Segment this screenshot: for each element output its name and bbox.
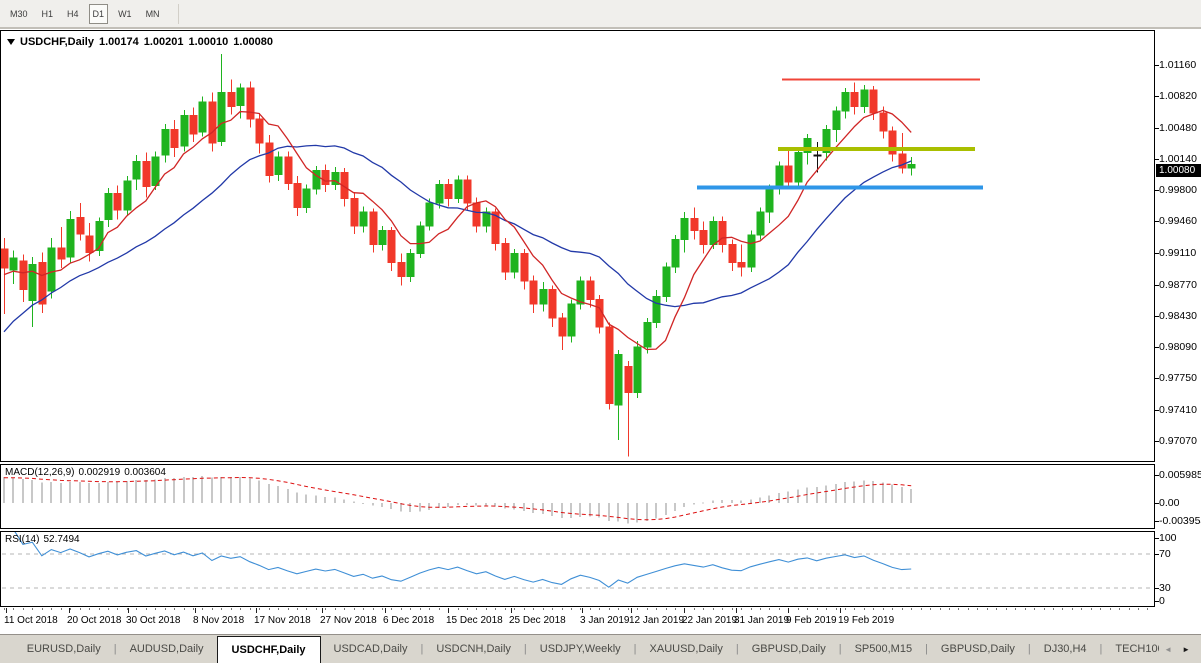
tab-scroll-arrows: ◄ ► (1159, 643, 1201, 656)
chart-tab-gbpusd-daily[interactable]: GBPUSD,Daily (739, 643, 839, 655)
chart-tab-sp500-m15[interactable]: SP500,M15 (842, 643, 925, 655)
price-axis-label: 0.98430 (1159, 310, 1197, 322)
tab-scroll-right-icon[interactable]: ► (1177, 643, 1195, 656)
timeframe-button-h1[interactable]: H1 (38, 4, 58, 24)
timeframe-button-h4[interactable]: H4 (63, 4, 83, 24)
macd-main-value: 0.002919 (78, 467, 120, 478)
timeframe-button-d1[interactable]: D1 (89, 4, 109, 24)
chart-tab-usdcad-daily[interactable]: USDCAD,Daily (321, 643, 421, 655)
date-axis-label: 15 Dec 2018 (446, 615, 503, 626)
chart-tab-eurusd-daily[interactable]: EURUSD,Daily (14, 643, 114, 655)
rsi-axis-label: 30 (1159, 582, 1171, 594)
rsi-axis-label: 0 (1159, 595, 1165, 607)
price-axis-label: 0.97070 (1159, 435, 1197, 447)
chart-tab-usdchf-daily[interactable]: USDCHF,Daily (217, 636, 321, 663)
chart-tab-usdjpy-weekly[interactable]: USDJPY,Weekly (527, 643, 634, 655)
chart-tab-audusd-daily[interactable]: AUDUSD,Daily (117, 643, 217, 655)
price-chart-panel[interactable]: USDCHF,Daily 1.00174 1.00201 1.00010 1.00080 (0, 30, 1155, 462)
date-axis-label: 31 Jan 2019 (734, 615, 789, 626)
macd-name: MACD(12,26,9) (5, 467, 74, 478)
date-axis-label: 20 Oct 2018 (67, 615, 121, 626)
chart-tab-tech100-[interactable]: TECH100, (1102, 643, 1159, 655)
chart-low-value: 1.00010 (189, 36, 229, 48)
rsi-plot-canvas[interactable] (1, 532, 1154, 606)
current-price-badge: 1.00080 (1156, 164, 1201, 177)
date-axis-label: 3 Jan 2019 (580, 615, 630, 626)
toolbar-separator (178, 4, 179, 24)
price-axis-label: 1.00820 (1159, 90, 1197, 102)
macd-panel[interactable]: MACD(12,26,9) 0.002919 0.003604 (0, 464, 1155, 529)
date-axis-label: 25 Dec 2018 (509, 615, 566, 626)
date-axis-label: 6 Dec 2018 (383, 615, 434, 626)
price-plot-canvas[interactable] (1, 31, 1154, 461)
price-axis-label: 1.00480 (1159, 122, 1197, 134)
macd-axis-label: 0.005985 (1159, 469, 1201, 481)
date-axis-label: 27 Nov 2018 (320, 615, 377, 626)
date-axis-label: 17 Nov 2018 (254, 615, 311, 626)
chart-tab-bar: EURUSD,Daily|AUDUSD,DailyUSDCHF,DailyUSD… (0, 634, 1201, 663)
date-axis-label: 22 Jan 2019 (682, 615, 737, 626)
rsi-name: RSI(14) (5, 534, 39, 545)
chart-open-value: 1.00174 (99, 36, 139, 48)
mt4-workspace: M30 H1H4 D1W1 MN USDCHF,Daily 1.00174 1.00201… (0, 0, 1201, 663)
price-axis-label: 0.97410 (1159, 404, 1197, 416)
price-axis-label: 1.01160 (1159, 59, 1196, 71)
date-axis-label: 8 Nov 2018 (193, 615, 244, 626)
timeframe-button-w1[interactable]: W1 (114, 4, 136, 24)
macd-signal-value: 0.003604 (124, 467, 166, 478)
timeframe-toolbar: M30 H1H4 D1W1 MN (0, 0, 1201, 29)
rsi-panel[interactable]: RSI(14) 52.7494 (0, 531, 1155, 607)
chart-symbol-label: USDCHF,Daily (20, 36, 94, 48)
chart-tab-xauusd-daily[interactable]: XAUUSD,Daily (637, 643, 736, 655)
price-axis-label: 0.98770 (1159, 279, 1197, 291)
rsi-axis-label: 70 (1159, 548, 1171, 560)
price-axis-label: 0.97750 (1159, 372, 1197, 384)
chart-tab-gbpusd-daily[interactable]: GBPUSD,Daily (928, 643, 1028, 655)
timeframe-button-mn[interactable]: MN (142, 4, 164, 24)
date-axis-label: 11 Oct 2018 (4, 615, 58, 626)
tab-scroll-left-icon[interactable]: ◄ (1159, 643, 1177, 656)
macd-axis-label: 0.00 (1159, 497, 1179, 509)
price-axis-label: 0.99110 (1159, 247, 1196, 259)
date-axis-label: 30 Oct 2018 (126, 615, 180, 626)
rsi-value: 52.7494 (43, 534, 79, 545)
date-axis[interactable]: 11 Oct 2018 20 Oct 2018 30 Oct 2018 8 Nov 2… (0, 608, 1155, 634)
price-axis-label: 0.98090 (1159, 341, 1197, 353)
price-axis-label: 0.99460 (1159, 215, 1197, 227)
chart-title: USDCHF,Daily 1.00174 1.00201 1.00010 1.00080 (7, 36, 278, 48)
chart-high-value: 1.00201 (144, 36, 184, 48)
date-axis-label: 9 Feb 2019 (786, 615, 837, 626)
timeframe-button-m30[interactable]: M30 (6, 4, 32, 24)
chart-dropdown-icon[interactable] (7, 39, 15, 45)
macd-plot-canvas[interactable] (1, 465, 1154, 528)
rsi-label: RSI(14) 52.7494 (5, 534, 84, 545)
date-axis-label: 12 Jan 2019 (629, 615, 684, 626)
price-axis-label: 0.99800 (1159, 184, 1197, 196)
rsi-axis-label: 100 (1159, 532, 1177, 544)
chart-tab-usdcnh-daily[interactable]: USDCNH,Daily (423, 643, 524, 655)
macd-label: MACD(12,26,9) 0.002919 0.003604 (5, 467, 170, 478)
date-axis-label: 19 Feb 2019 (838, 615, 894, 626)
macd-axis-label: -0.003954 (1159, 515, 1201, 527)
chart-close-value: 1.00080 (233, 36, 273, 48)
chart-tab-dj30-h4[interactable]: DJ30,H4 (1031, 643, 1100, 655)
